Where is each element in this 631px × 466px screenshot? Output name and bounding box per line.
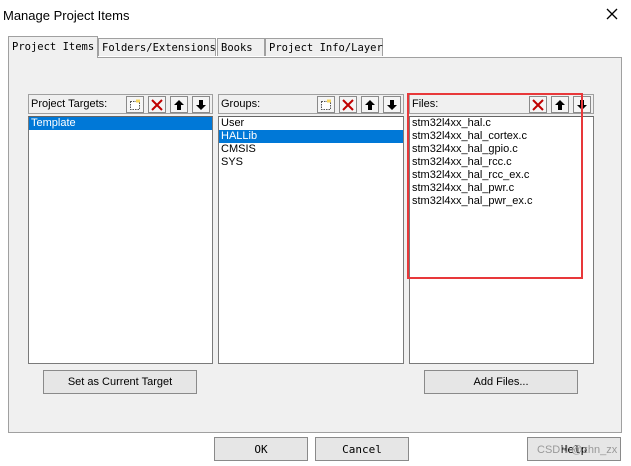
new-target-button[interactable] (126, 96, 144, 113)
new-item-icon (321, 99, 331, 110)
list-item[interactable]: Template (29, 117, 212, 130)
add-files-button[interactable]: Add Files... (424, 370, 578, 394)
list-item[interactable]: HALLib (219, 130, 403, 143)
list-item[interactable]: stm32l4xx_hal.c (410, 117, 593, 130)
move-down-file-button[interactable] (573, 96, 591, 113)
ok-button[interactable]: OK (214, 437, 308, 461)
files-header: Files: (409, 94, 594, 114)
window-title: Manage Project Items (3, 8, 130, 23)
list-item[interactable]: CMSIS (219, 143, 403, 156)
delete-icon (342, 98, 354, 111)
arrow-up-icon (174, 99, 184, 110)
set-as-current-target-button[interactable]: Set as Current Target (43, 370, 197, 394)
move-down-group-button[interactable] (383, 96, 401, 113)
arrow-up-icon (365, 99, 375, 110)
files-list[interactable]: stm32l4xx_hal.c stm32l4xx_hal_cortex.c s… (409, 116, 594, 364)
new-group-button[interactable] (317, 96, 335, 113)
tab-label: Books (221, 42, 253, 54)
project-targets-list[interactable]: Template (28, 116, 213, 364)
list-item[interactable]: stm32l4xx_hal_rcc_ex.c (410, 169, 593, 182)
tab-project-info-layer[interactable]: Project Info/Layer (265, 38, 383, 56)
tab-label: Project Items (12, 41, 95, 53)
close-icon[interactable] (605, 7, 619, 21)
groups-group: Groups: User HALLib CMSIS SYS (218, 94, 404, 364)
arrow-down-icon (196, 99, 206, 110)
list-item[interactable]: stm32l4xx_hal_rcc.c (410, 156, 593, 169)
list-item[interactable]: stm32l4xx_hal_pwr.c (410, 182, 593, 195)
project-targets-label: Project Targets: (31, 98, 108, 110)
delete-group-button[interactable] (339, 96, 357, 113)
groups-label: Groups: (221, 98, 261, 110)
tab-project-items[interactable]: Project Items (8, 36, 98, 58)
list-item[interactable]: stm32l4xx_hal_cortex.c (410, 130, 593, 143)
tab-label: Project Info/Layer (269, 42, 383, 54)
list-item[interactable]: stm32l4xx_hal_pwr_ex.c (410, 195, 593, 208)
groups-header: Groups: (218, 94, 404, 114)
list-item[interactable]: stm32l4xx_hal_gpio.c (410, 143, 593, 156)
delete-icon (151, 98, 163, 111)
title-bar: Manage Project Items (0, 0, 631, 32)
list-item[interactable]: User (219, 117, 403, 130)
arrow-down-icon (387, 99, 397, 110)
tab-folders-extensions[interactable]: Folders/Extensions (98, 38, 216, 56)
files-group: Files: stm32l4xx_hal.c stm32l4xx_hal_cor… (409, 94, 594, 364)
arrow-up-icon (555, 99, 565, 110)
delete-file-button[interactable] (529, 96, 547, 113)
watermark: CSDN @zhn_zx (537, 444, 618, 456)
move-up-group-button[interactable] (361, 96, 379, 113)
delete-target-button[interactable] (148, 96, 166, 113)
move-up-target-button[interactable] (170, 96, 188, 113)
new-item-icon (130, 99, 140, 110)
files-label: Files: (412, 98, 439, 110)
tab-books[interactable]: Books (217, 38, 265, 56)
move-down-target-button[interactable] (192, 96, 210, 113)
cancel-button[interactable]: Cancel (315, 437, 409, 461)
move-up-file-button[interactable] (551, 96, 569, 113)
project-targets-header: Project Targets: (28, 94, 213, 114)
project-targets-group: Project Targets: Template (28, 94, 213, 364)
groups-list[interactable]: User HALLib CMSIS SYS (218, 116, 404, 364)
tab-label: Folders/Extensions (102, 42, 216, 54)
delete-icon (532, 98, 544, 111)
arrow-down-icon (577, 99, 587, 110)
list-item[interactable]: SYS (219, 156, 403, 169)
